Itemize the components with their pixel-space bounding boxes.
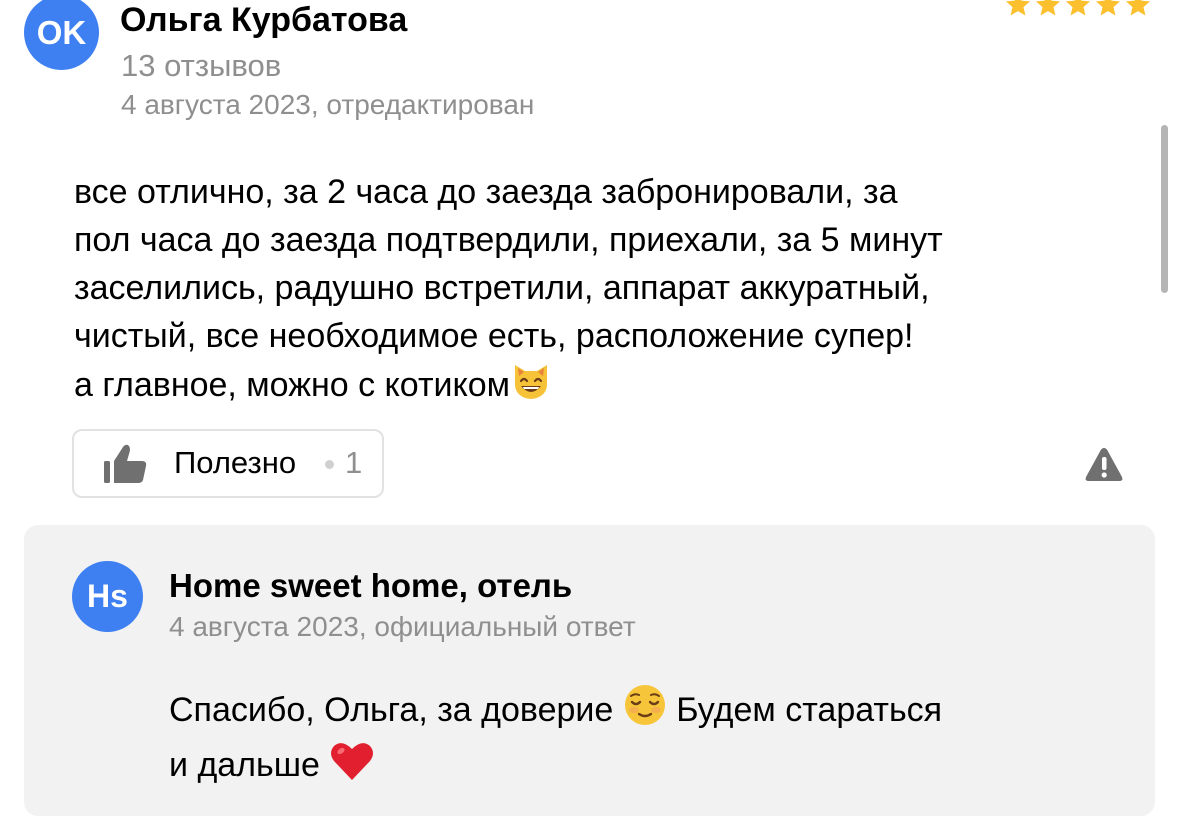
hotel-avatar[interactable]: Hs: [72, 561, 143, 632]
author-reviews-count: 13 отзывов: [121, 48, 282, 83]
rating-stars: [1004, 0, 1152, 23]
review-date: 4 августа 2023, отредактирован: [121, 89, 535, 120]
review-page: OK Ольга Курбатова 13 отзывов 4 августа …: [0, 0, 1179, 819]
red-heart-emoji: [329, 740, 375, 795]
star-icon: [1034, 0, 1062, 23]
helpful-label: Полезно: [174, 445, 297, 480]
review-text-line: все отлично, за 2 часа до заезда заброни…: [74, 173, 898, 211]
review-text-line: а главное, можно с котиком: [74, 366, 511, 404]
helpful-button[interactable]: Полезно 1: [72, 429, 384, 498]
reply-author[interactable]: Home sweet home, отель: [169, 566, 572, 606]
reply-text-segment: Будем стараться: [676, 691, 943, 729]
reply-text-line: Спасибо, Ольга, за доверие Будем старать…: [169, 683, 1129, 740]
author-name[interactable]: Ольга Курбатова: [120, 1, 407, 39]
warning-triangle-icon[interactable]: [1084, 446, 1124, 484]
reply-meta: 4 августа 2023, официальный ответ: [169, 611, 636, 642]
star-icon: [1064, 0, 1092, 23]
review-text-line-last: а главное, можно с котиком: [74, 360, 1144, 415]
review-text-line: пол часа до заезда подтвердили, приехали…: [74, 221, 943, 259]
reply-text: Спасибо, Ольга, за доверие Будем старать…: [169, 683, 1129, 795]
review-text-line: чистый, все необходимое есть, расположен…: [74, 317, 914, 355]
reply-text-segment: и дальше: [169, 746, 320, 784]
scrollbar[interactable]: [1161, 125, 1168, 293]
reply-text-segment: Спасибо, Ольга, за доверие: [169, 691, 614, 729]
review-text: все отлично, за 2 часа до заезда заброни…: [74, 168, 1144, 415]
star-icon: [1124, 0, 1152, 23]
star-icon: [1094, 0, 1122, 23]
relieved-face-emoji: [623, 683, 667, 740]
reply-text-line: и дальше: [169, 740, 1129, 795]
helpful-count: 1: [345, 445, 363, 480]
star-icon: [1004, 0, 1032, 23]
smiling-cat-emoji: [510, 360, 552, 415]
separator-dot: [325, 460, 334, 469]
review-text-line: заселились, радушно встретили, аппарат а…: [74, 269, 930, 307]
thumbs-up-icon: [102, 441, 150, 487]
author-avatar[interactable]: OK: [24, 0, 99, 70]
